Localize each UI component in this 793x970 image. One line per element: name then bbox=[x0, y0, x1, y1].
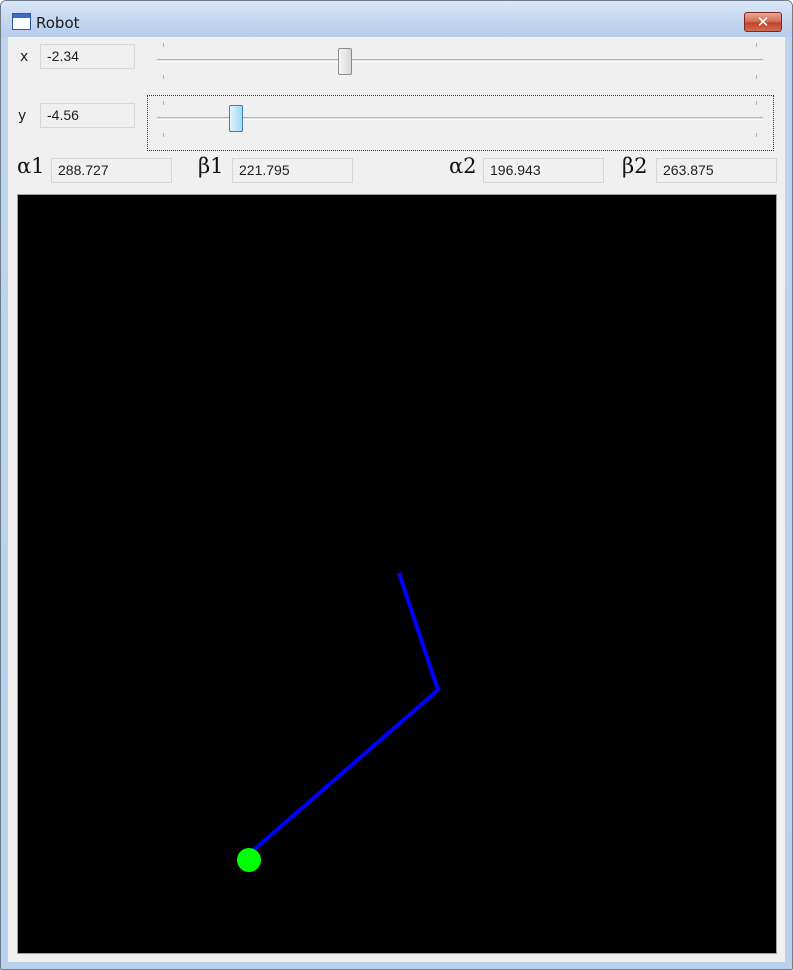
window-title: Robot bbox=[36, 14, 80, 32]
beta2-label: β2 bbox=[622, 154, 648, 178]
y-slider-tick-min-bottom bbox=[163, 133, 164, 137]
x-slider-tick-min-top bbox=[163, 43, 164, 47]
y-slider[interactable] bbox=[8, 96, 785, 152]
robot-arm bbox=[240, 572, 441, 862]
robot-canvas-svg bbox=[237, 572, 441, 872]
alpha2-value-field: 196.943 bbox=[483, 158, 604, 183]
alpha1-value-field: 288.727 bbox=[51, 158, 172, 183]
close-icon: ✕ bbox=[756, 13, 770, 31]
x-slider-tick-min-bottom bbox=[163, 75, 164, 79]
title-bar[interactable]: Robot ✕ bbox=[1, 1, 792, 37]
client-area: x -2.34 y -4.56 α1 288.727 β1 221.795 α2 bbox=[8, 37, 785, 962]
x-slider[interactable] bbox=[8, 37, 785, 93]
y-slider-thumb[interactable] bbox=[228, 105, 243, 132]
beta1-label: β1 bbox=[198, 154, 224, 178]
x-slider-thumb[interactable] bbox=[337, 48, 352, 75]
robot-base-joint bbox=[237, 848, 261, 872]
window-app-icon bbox=[12, 13, 31, 30]
y-slider-track bbox=[157, 117, 763, 120]
x-slider-tick-max-top bbox=[756, 43, 757, 47]
alpha2-label: α2 bbox=[449, 154, 477, 178]
x-slider-tick-max-bottom bbox=[756, 75, 757, 79]
beta1-value-field: 221.795 bbox=[232, 158, 353, 183]
y-slider-tick-max-top bbox=[756, 101, 757, 105]
beta2-value-field: 263.875 bbox=[656, 158, 777, 183]
robot-canvas bbox=[17, 194, 777, 954]
robot-window: Robot ✕ x -2.34 y -4.56 α1 288.727 β1 22… bbox=[0, 0, 793, 970]
y-slider-tick-max-bottom bbox=[756, 133, 757, 137]
y-slider-tick-min-top bbox=[163, 101, 164, 105]
x-slider-track bbox=[157, 59, 763, 62]
alpha1-label: α1 bbox=[17, 154, 45, 178]
close-button[interactable]: ✕ bbox=[744, 12, 782, 32]
